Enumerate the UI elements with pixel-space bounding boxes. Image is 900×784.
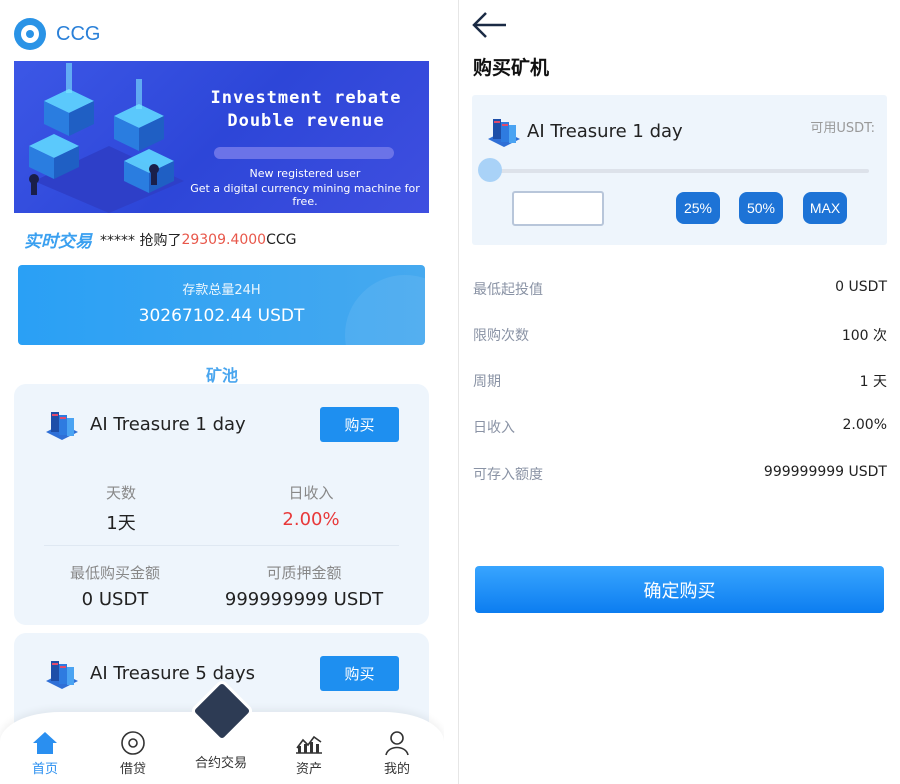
detail-key: 最低起投值	[473, 282, 543, 298]
pct-50-button[interactable]: 50%	[739, 192, 783, 224]
deposit-total-card: 存款总量24H 30267102.44 USDT	[18, 265, 425, 345]
isometric-servers-illustration	[29, 63, 184, 213]
buy-button[interactable]: 购买	[320, 656, 399, 691]
tab-loan[interactable]: 借贷	[93, 730, 173, 777]
deposit-label: 存款总量24H	[182, 283, 261, 298]
tab-profile[interactable]: 我的	[357, 730, 437, 777]
min-purchase-label: 最低购买金额	[69, 564, 160, 582]
tab-profile-label: 我的	[383, 762, 410, 777]
purchase-card: AI Treasure 1 day 可用USDT: 25% 50% MAX	[472, 95, 887, 245]
miner-icon	[46, 661, 78, 689]
miner-icon	[488, 119, 520, 147]
confirm-purchase-button[interactable]: 确定购买	[475, 566, 884, 613]
detail-key: 日收入	[473, 420, 515, 436]
back-arrow-icon[interactable]	[472, 10, 508, 40]
ticker-user: ***** 抢购了	[100, 232, 182, 249]
detail-value: 2.00%	[842, 417, 887, 433]
promo-banner[interactable]: Investment rebate Double revenue New reg…	[14, 61, 429, 213]
banner-strip	[214, 147, 394, 159]
daily-income-stat: 日收入 2.00%	[211, 482, 411, 530]
ticker-amount: 29309.4000	[181, 231, 267, 248]
detail-value: 999999999 USDT	[763, 464, 887, 480]
product-name: AI Treasure 5 days	[90, 663, 256, 684]
home-icon	[33, 732, 57, 754]
detail-value: 0 USDT	[835, 279, 887, 295]
deposit-value: 30267102.44 USDT	[138, 306, 305, 326]
tab-loan-label: 借贷	[119, 762, 146, 777]
daily-income-value: 2.00%	[282, 509, 340, 530]
home-screen: CCG Investment rebate Double revenue New…	[0, 0, 444, 784]
days-stat: 天数 1天	[21, 482, 221, 535]
min-purchase-value: 0 USDT	[81, 589, 149, 610]
detail-key: 可存入额度	[473, 467, 543, 483]
detail-row: 最低起投值 0 USDT	[473, 279, 887, 299]
product-card: AI Treasure 1 day 购买 天数 1天 日收入 2.00% 最低购…	[14, 384, 429, 625]
pct-25-button[interactable]: 25%	[676, 192, 720, 224]
app-logo-icon	[14, 18, 46, 50]
pool-section-title: 矿池	[205, 366, 238, 385]
buy-button[interactable]: 购买	[320, 407, 399, 442]
live-trade-ticker: 实时交易 ***** 抢购了 29309.4000CCG	[24, 227, 297, 253]
pct-max-button[interactable]: MAX	[803, 192, 847, 224]
days-label: 天数	[105, 484, 136, 502]
tab-assets[interactable]: 资产	[269, 730, 349, 777]
detail-row: 周期 1 天	[473, 371, 887, 391]
slider-thumb[interactable]	[478, 158, 502, 182]
days-value: 1天	[106, 513, 136, 534]
detail-row: 限购次数 100 次	[473, 325, 887, 345]
chart-icon	[296, 735, 322, 754]
quantity-input[interactable]	[512, 191, 604, 226]
app-header: CCG	[14, 18, 100, 50]
detail-key: 限购次数	[473, 328, 529, 344]
product-name: AI Treasure 1 day	[527, 121, 683, 142]
pledge-amount-label: 可质押金额	[266, 564, 342, 582]
pledge-amount-value: 999999999 USDT	[224, 589, 384, 610]
available-usdt-label: 可用USDT:	[810, 121, 875, 136]
bottom-tab-bar: 首页 借贷 合约交易 资产 我的	[0, 678, 444, 784]
detail-value: 1 天	[859, 374, 887, 390]
banner-line1: New registered user	[249, 167, 361, 180]
page-title: 购买矿机	[473, 57, 550, 79]
banner-headline: Investment rebate	[210, 88, 402, 108]
tab-contract-label[interactable]: 合约交易	[181, 752, 261, 771]
banner-subheadline: Double revenue	[227, 111, 385, 131]
detail-key: 周期	[473, 374, 501, 390]
card-divider	[44, 545, 399, 546]
pledge-amount-stat: 可质押金额 999999999 USDT	[204, 562, 404, 610]
live-trade-tag: 实时交易	[24, 232, 92, 252]
purchase-screen: 购买矿机 AI Treasure 1 day 可用USDT: 25% 50% M…	[459, 0, 900, 784]
detail-value: 100 次	[841, 328, 887, 344]
min-purchase-stat: 最低购买金额 0 USDT	[15, 562, 215, 610]
ticker-unit: CCG	[266, 231, 297, 248]
coin-icon	[121, 731, 145, 755]
miner-icon	[46, 412, 78, 440]
app-title: CCG	[56, 22, 101, 45]
tab-home[interactable]: 首页	[5, 730, 85, 777]
detail-row: 日收入 2.00%	[473, 417, 887, 437]
tab-assets-label: 资产	[295, 762, 322, 777]
tab-home-label: 首页	[31, 762, 58, 777]
banner-line2: Get a digital currency mining machine fo…	[190, 182, 420, 208]
product-name: AI Treasure 1 day	[90, 414, 246, 435]
detail-row: 可存入额度 999999999 USDT	[473, 464, 887, 484]
daily-income-label: 日收入	[288, 484, 334, 502]
amount-slider[interactable]	[478, 158, 869, 182]
user-icon	[385, 731, 409, 756]
